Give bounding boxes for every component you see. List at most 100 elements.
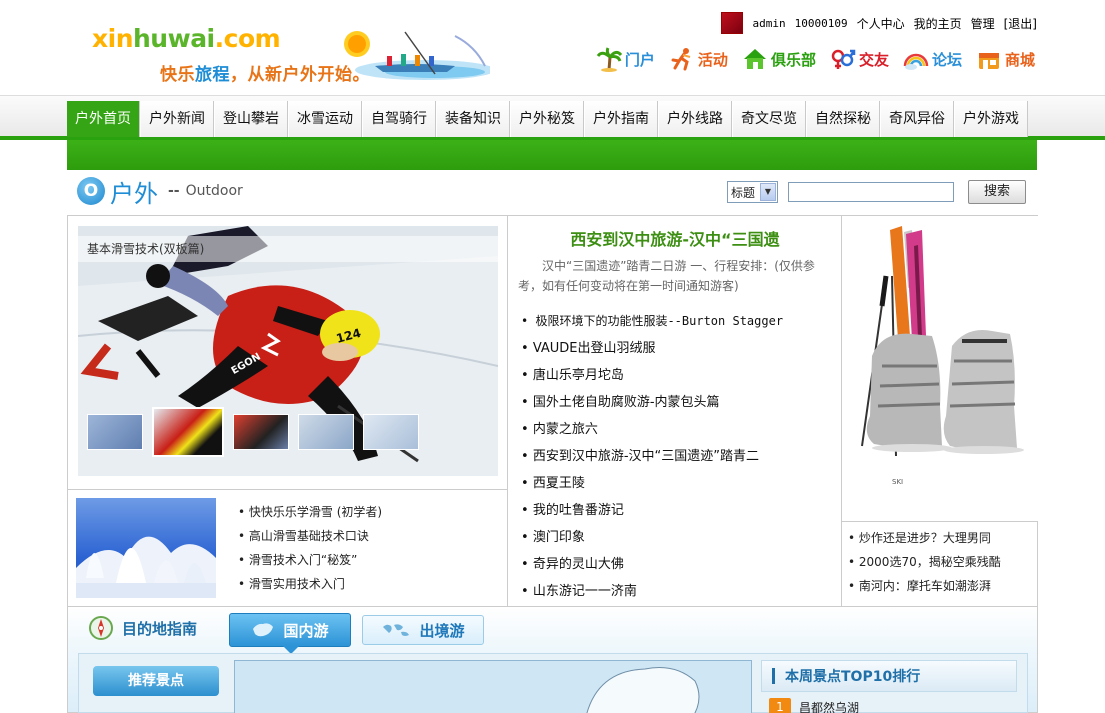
link-admin[interactable]: 管理 <box>971 15 995 32</box>
nav-item-games[interactable]: 户外游戏 <box>954 101 1028 137</box>
search-bar: 标题 ▼ 搜索 <box>727 180 1026 204</box>
ski-ad-caption: SKI <box>892 478 904 486</box>
right-column: SKI 炒作还是进步？大理男同 2000选70，揭秘空乘残酷 南河内：摩托车如潮… <box>842 216 1038 607</box>
channel-links: 门户 活动 俱乐部 交友 论坛 商城 <box>596 46 1035 72</box>
search-field-select[interactable]: 标题 ▼ <box>727 181 778 203</box>
slideshow-caption[interactable]: 基本滑雪技术(双板篇) <box>78 236 498 262</box>
link-my-homepage[interactable]: 我的主页 <box>914 15 962 32</box>
tab-domestic[interactable]: 国内游 <box>229 613 351 654</box>
headline-title[interactable]: 西安到汉中旅游-汉中“三国遗 <box>508 226 842 250</box>
nav-item-home[interactable]: 户外首页 <box>67 101 140 137</box>
main-nav: 户外首页 户外新闻 登山攀岩 冰雪运动 自驾骑行 装备知识 户外秘笈 户外指南 … <box>67 101 1028 137</box>
list-item[interactable]: 极限环境下的功能性服装--Burton Stagger <box>521 308 783 335</box>
list-item[interactable]: 高山滑雪基础技术口诀 <box>238 524 382 548</box>
sub-nav-band <box>67 140 1037 170</box>
chevron-down-icon[interactable]: ▼ <box>760 183 776 201</box>
destination-guide-title: 目的地指南 <box>88 615 197 641</box>
list-item[interactable]: 滑雪技术入门“秘笈” <box>238 548 382 572</box>
destination-guide: 目的地指南 国内游 出境游 推荐景点 本周景点TOP10排行 1 昌都然乌湖 <box>67 607 1038 713</box>
list-item[interactable]: 滑雪实用技术入门 <box>238 572 382 596</box>
ski-tips-block: 快快乐乐学滑雪 (初学者) 高山滑雪基础技术口诀 滑雪技术入门“秘笈” 滑雪实用… <box>68 489 508 607</box>
shop-icon <box>978 53 999 69</box>
nav-item-climbing[interactable]: 登山攀岩 <box>214 101 288 137</box>
main-nav-bar: 户外首页 户外新闻 登山攀岩 冰雪运动 自驾骑行 装备知识 户外秘笈 户外指南 … <box>0 95 1105 140</box>
slideshow[interactable]: 124 EGON 基本滑雪技术(双板篇) <box>78 226 498 476</box>
world-map-icon <box>383 624 410 636</box>
link-logout[interactable]: [退出] <box>1004 15 1037 32</box>
channel-portal[interactable]: 门户 <box>596 46 655 72</box>
china-map-icon <box>253 623 274 637</box>
tab-abroad[interactable]: 出境游 <box>362 615 484 645</box>
list-item[interactable]: 2000选70，揭秘空乘残酷 <box>848 550 1001 574</box>
list-item[interactable]: 西安到汉中旅游-汉中“三国遗迹”踏青二 <box>521 443 783 470</box>
list-item[interactable]: VAUDE出登山羽绒服 <box>521 335 783 362</box>
china-map-outline <box>586 667 700 713</box>
china-map[interactable] <box>234 660 752 713</box>
channel-forum[interactable]: 论坛 <box>903 46 962 72</box>
nav-item-driving-cycling[interactable]: 自驾骑行 <box>362 101 436 137</box>
username[interactable]: admin <box>752 17 785 30</box>
snow-trees-photo[interactable] <box>76 498 216 598</box>
channel-shop[interactable]: 商城 <box>976 46 1035 72</box>
list-item[interactable]: 国外土佬自助腐败游-内蒙包头篇 <box>521 389 783 416</box>
nav-item-articles[interactable]: 奇文尽览 <box>732 101 806 137</box>
user-bar: admin 10000109 个人中心 我的主页 管理 [退出] <box>721 12 1037 34</box>
list-item[interactable]: 奇异的灵山大佛 <box>521 551 783 578</box>
channel-activity[interactable]: 活动 <box>669 46 728 72</box>
site-header: xinhuwai.com 快乐旅程，从新户外开始。 admin 10000109… <box>0 0 1105 95</box>
slide-thumbnail[interactable] <box>233 414 289 450</box>
nav-item-tips[interactable]: 户外秘笈 <box>510 101 584 137</box>
house-icon <box>743 49 766 69</box>
slide-thumbnail[interactable] <box>87 414 143 450</box>
list-item[interactable]: 唐山乐亭月坨岛 <box>521 362 783 389</box>
search-select-value: 标题 <box>731 185 756 200</box>
nav-item-gear[interactable]: 装备知识 <box>436 101 510 137</box>
rainbow-icon <box>903 53 929 70</box>
tab-domestic-label: 国内游 <box>283 621 329 640</box>
search-input[interactable] <box>788 182 954 202</box>
list-item[interactable]: 南河内：摩托车如潮澎湃 <box>848 574 1001 598</box>
nav-item-news[interactable]: 户外新闻 <box>140 101 214 137</box>
link-personal-center[interactable]: 个人中心 <box>857 15 905 32</box>
list-item[interactable]: 西夏王陵 <box>521 470 783 497</box>
search-button[interactable]: 搜索 <box>968 180 1026 204</box>
nav-item-customs[interactable]: 奇风异俗 <box>880 101 954 137</box>
hot-news-list: 炒作还是进步？大理男同 2000选70，揭秘空乘残酷 南河内：摩托车如潮澎湃 <box>848 526 1001 598</box>
logo-boat-sun-illustration <box>344 31 490 80</box>
section-title: O 户外 -- Outdoor <box>77 176 243 208</box>
gender-icon <box>831 49 856 69</box>
list-item[interactable]: 快快乐乐学滑雪 (初学者) <box>238 500 382 524</box>
outdoor-o-icon: O <box>77 177 105 205</box>
site-logo[interactable]: xinhuwai.com <box>92 24 281 53</box>
top10-header: 本周景点TOP10排行 <box>761 660 1017 692</box>
slide-thumbnail-active[interactable] <box>152 407 224 457</box>
rank-badge: 1 <box>769 698 791 713</box>
nav-item-guide[interactable]: 户外指南 <box>584 101 658 137</box>
snow-trees-illustration <box>76 536 216 598</box>
main-content-box: 124 EGON 基本滑雪技术(双板篇) • 快快乐乐学滑雪 (初学者) • 高… <box>67 215 1038 607</box>
user-id: 10000109 <box>794 16 848 30</box>
top10-item-name[interactable]: 昌都然乌湖 <box>799 699 859 713</box>
destination-panel: 推荐景点 本周景点TOP10排行 1 昌都然乌湖 <box>78 653 1028 713</box>
tab-abroad-label: 出境游 <box>419 621 465 640</box>
list-item[interactable]: 我的吐鲁番游记 <box>521 497 783 524</box>
list-item[interactable]: 澳门印象 <box>521 524 783 551</box>
list-item[interactable]: 山东游记一一济南 <box>521 578 783 605</box>
top10-row[interactable]: 1 昌都然乌湖 <box>769 698 859 713</box>
nav-item-routes[interactable]: 户外线路 <box>658 101 732 137</box>
user-avatar[interactable] <box>721 12 744 34</box>
recommended-spots-button[interactable]: 推荐景点 <box>93 666 219 696</box>
news-list: 极限环境下的功能性服装--Burton Stagger VAUDE出登山羽绒服 … <box>521 308 783 605</box>
list-item[interactable]: 内蒙之旅六 <box>521 416 783 443</box>
channel-friends[interactable]: 交友 <box>830 46 889 72</box>
list-item[interactable]: 炒作还是进步？大理男同 <box>848 526 1001 550</box>
slide-thumbnail[interactable] <box>363 414 419 450</box>
nav-item-nature[interactable]: 自然探秘 <box>806 101 880 137</box>
headline-summary: 汉中“三国遗迹”踏青二日游 一、行程安排：(仅供参考，如有任何变动将在第一时间通… <box>518 259 815 293</box>
channel-club[interactable]: 俱乐部 <box>742 46 816 72</box>
nav-item-snow-sports[interactable]: 冰雪运动 <box>288 101 362 137</box>
slide-thumbnail[interactable] <box>298 414 354 450</box>
compass-icon <box>89 616 113 640</box>
ski-gear-ad[interactable]: SKI <box>842 216 1038 522</box>
runner-icon <box>671 48 691 71</box>
